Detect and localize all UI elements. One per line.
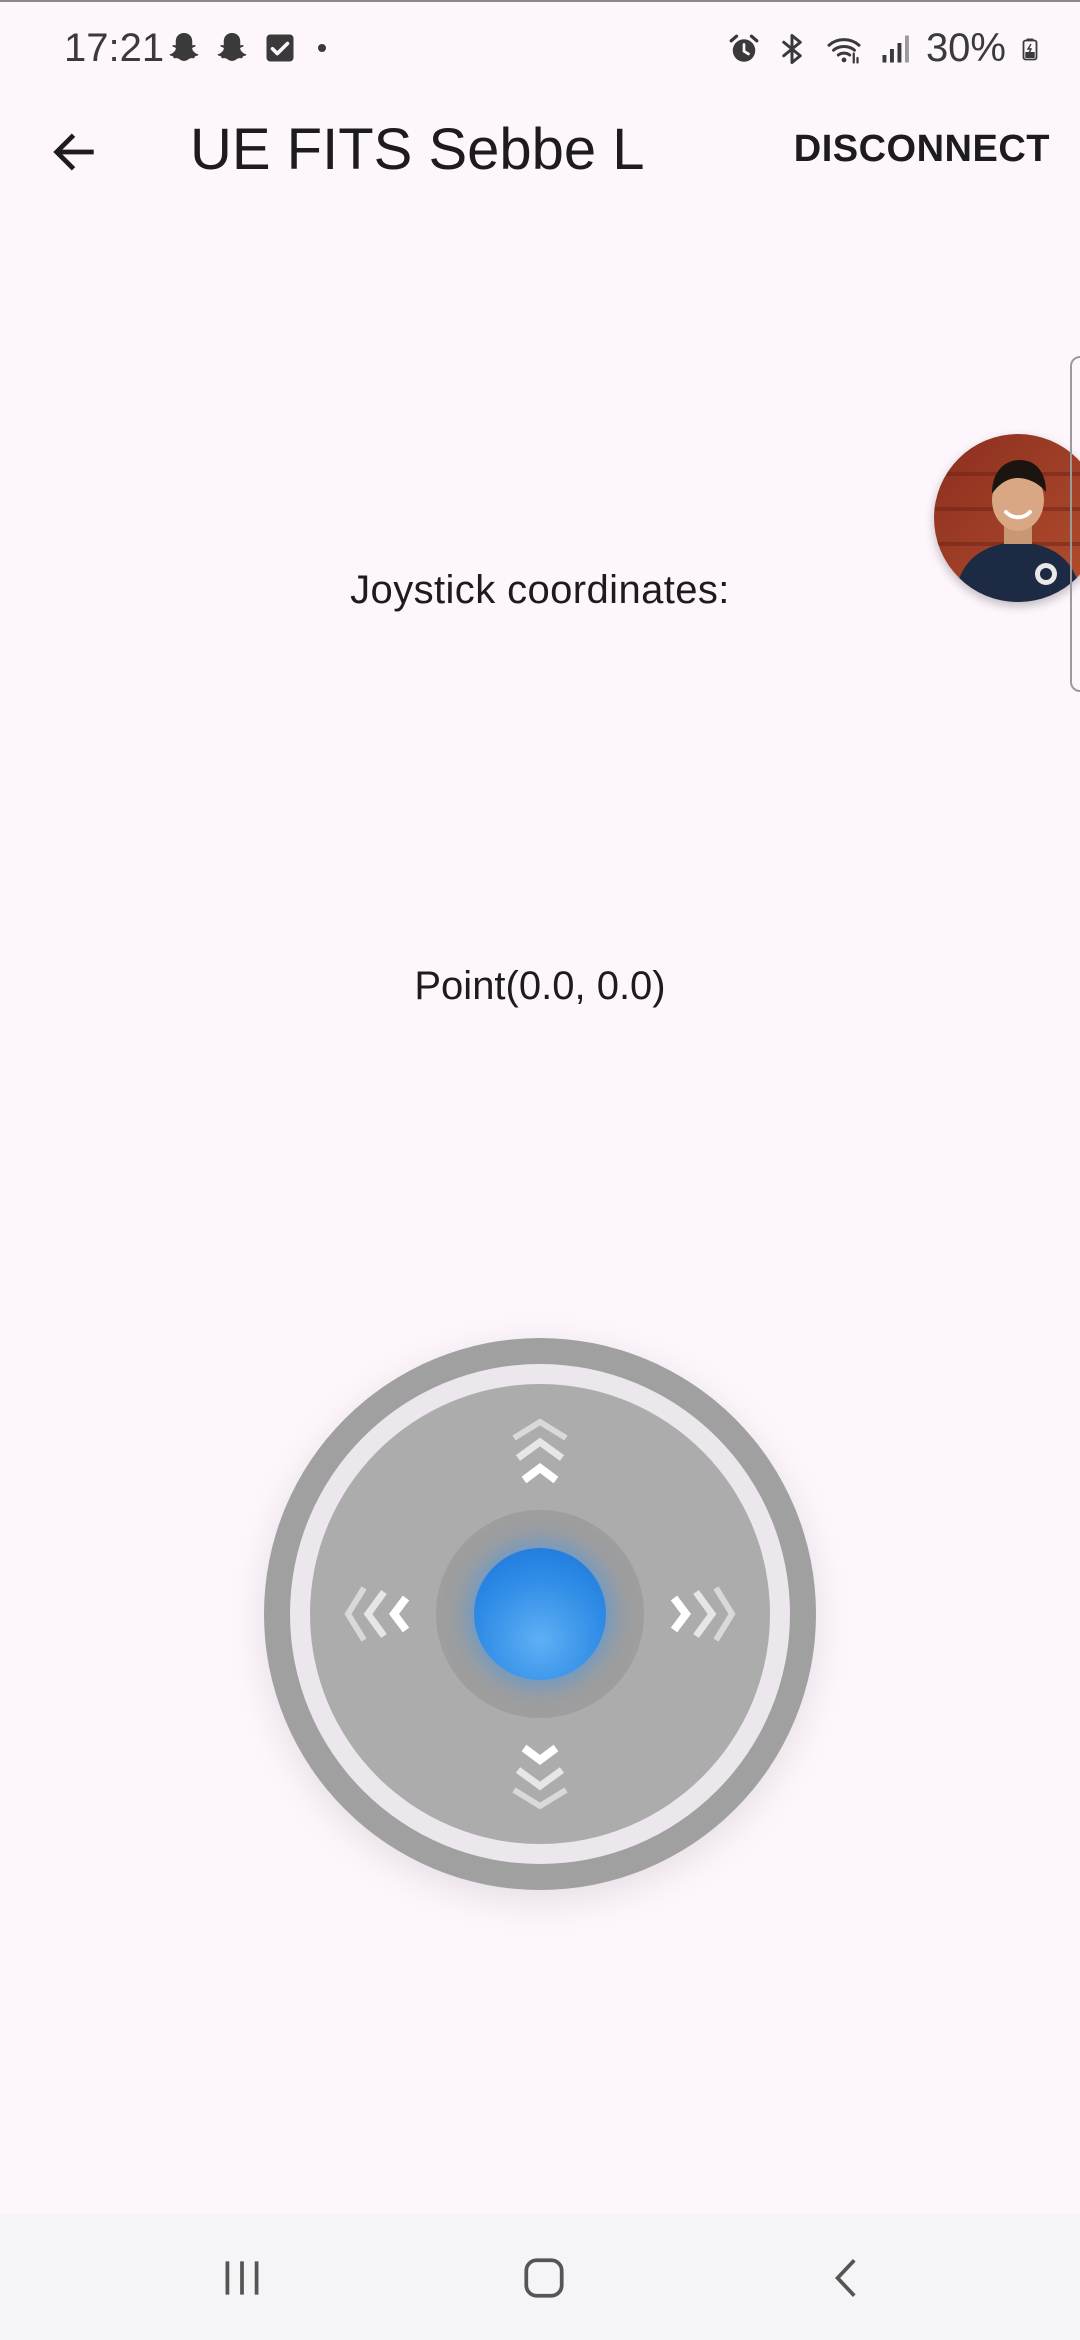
dot-icon xyxy=(318,44,326,52)
alarm-icon xyxy=(729,34,759,62)
down-arrows-icon xyxy=(512,1744,568,1810)
recent-apps-button[interactable] xyxy=(206,2242,278,2314)
checkbox-icon xyxy=(266,34,294,62)
right-arrows-icon xyxy=(670,1586,736,1642)
back-icon xyxy=(835,2259,856,2297)
status-time: 17:21 xyxy=(64,26,165,70)
wifi-icon xyxy=(827,37,861,64)
app-bar: UE FITS Sebbe L DISCONNECT xyxy=(0,100,1080,208)
home-button[interactable] xyxy=(508,2242,580,2314)
system-icons: 30% xyxy=(726,26,1042,71)
notification-icons xyxy=(166,30,334,66)
home-icon xyxy=(524,2258,564,2298)
joystick[interactable] xyxy=(264,1338,816,1890)
page-title: UE FITS Sebbe L xyxy=(190,117,645,182)
joystick-coordinates-value: Point(0.0, 0.0) xyxy=(414,964,666,1008)
back-button[interactable] xyxy=(40,118,108,186)
nav-back-button[interactable] xyxy=(812,2242,884,2314)
up-arrows-icon xyxy=(512,1418,568,1484)
disconnect-button[interactable]: DISCONNECT xyxy=(794,128,1050,171)
bluetooth-icon xyxy=(782,33,802,64)
left-arrows-icon xyxy=(344,1586,410,1642)
joystick-coordinates-label: Joystick coordinates: xyxy=(350,568,730,612)
battery-icon xyxy=(1022,38,1038,60)
snapchat-icon xyxy=(217,33,247,61)
status-bar: 17:21 30% xyxy=(0,0,1080,100)
battery-percent: 30% xyxy=(925,26,1006,70)
edge-panel-handle[interactable] xyxy=(1070,356,1080,692)
arrow-left-icon xyxy=(53,133,94,171)
signal-icon xyxy=(882,35,909,62)
recent-apps-icon xyxy=(225,2261,259,2295)
navigation-bar xyxy=(0,2214,1080,2340)
snapchat-icon xyxy=(169,33,199,61)
joystick-knob[interactable] xyxy=(474,1548,606,1680)
